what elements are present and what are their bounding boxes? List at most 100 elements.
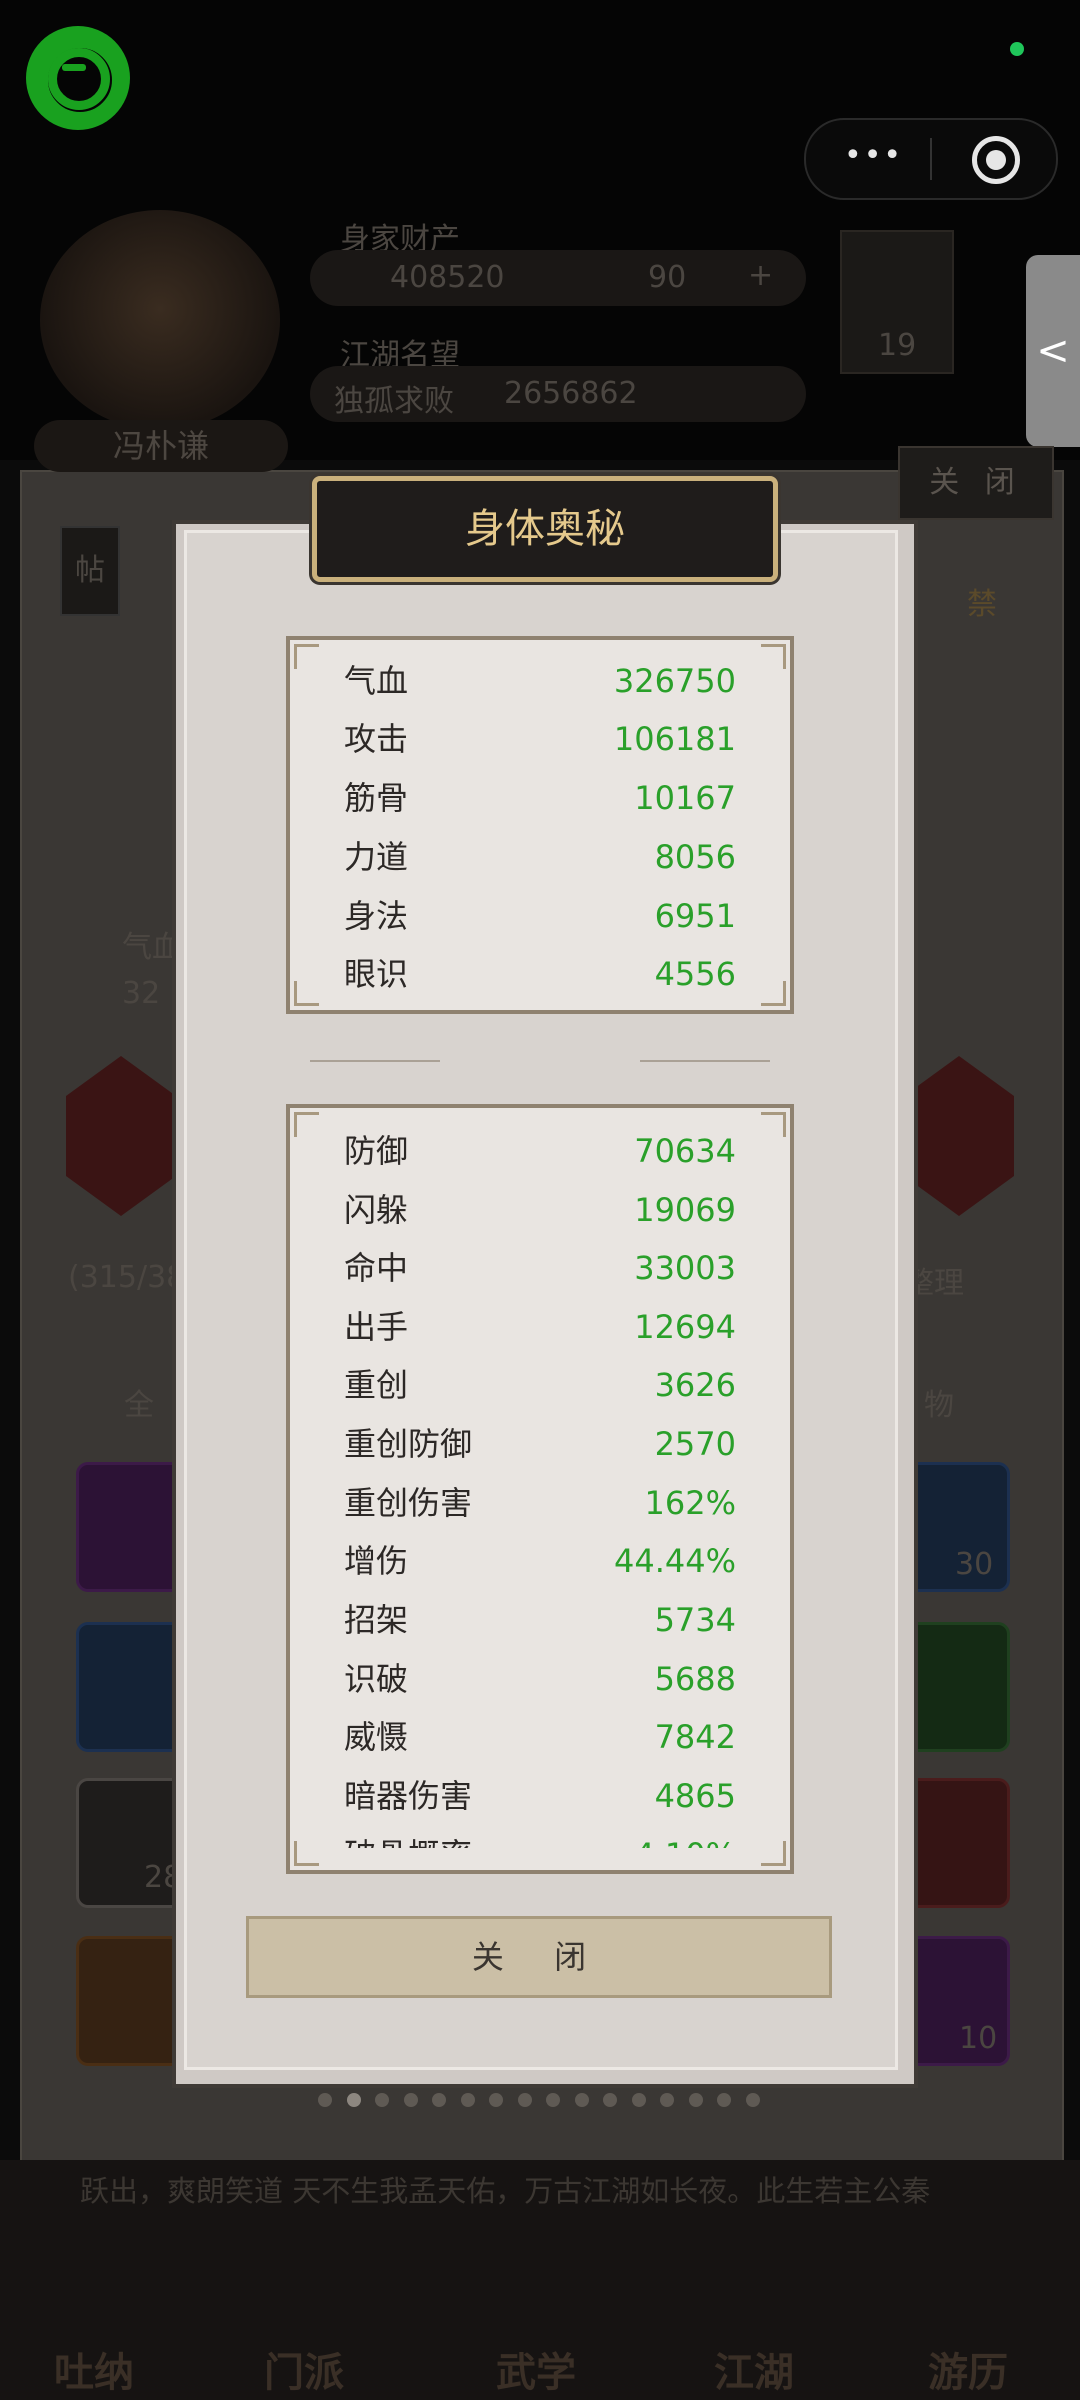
stat-value: 4.10%	[634, 1826, 736, 1848]
miniprogram-capsule: •••	[804, 118, 1058, 200]
page-dot	[432, 2093, 446, 2107]
stat-label: 筋骨	[344, 779, 409, 817]
stat-row: 筋骨 10167	[344, 769, 736, 827]
stat-row: 暗器伤害 4865	[344, 1767, 736, 1825]
page-dot	[546, 2093, 560, 2107]
stat-value: 12694	[634, 1308, 736, 1346]
more-dots-icon[interactable]: •••	[844, 138, 903, 173]
stat-label: 重创	[344, 1366, 409, 1404]
stat-row: 攻击 106181	[344, 710, 736, 768]
stat-label: 身法	[344, 897, 409, 935]
stat-row: 防御 70634	[344, 1122, 736, 1180]
ornament-divider	[310, 1060, 770, 1062]
add-icon[interactable]: +	[748, 258, 773, 293]
target-circle-icon[interactable]	[972, 136, 1020, 184]
yinyang-badge[interactable]: 19	[840, 230, 954, 374]
nav-wuxue[interactable]: 武学	[496, 2340, 576, 2398]
stat-label: 威慑	[344, 1718, 409, 1756]
nav-jianghu[interactable]: 江湖	[714, 2340, 794, 2398]
avatar[interactable]	[40, 210, 280, 430]
yinyang-level: 19	[878, 328, 917, 363]
stats-scroll-area[interactable]: 防御 70634 闪躲 19069 命中 33003 出手 12694 重创 3626 重…	[290, 1108, 790, 1848]
stat-row: 重创 3626	[344, 1356, 736, 1414]
stat-label: 气血	[344, 662, 409, 700]
chevron-left-icon: <	[1036, 328, 1070, 374]
page-dot	[603, 2093, 617, 2107]
status-dot	[1010, 42, 1024, 56]
page-dot	[375, 2093, 389, 2107]
page-dot	[318, 2093, 332, 2107]
page-dot	[517, 2093, 532, 2107]
stat-label: 攻击	[344, 720, 409, 758]
background-close-button[interactable]: 关 闭	[898, 446, 1054, 520]
fame-box: 独孤求败 2656862	[310, 366, 806, 422]
stat-label: 重创防御	[344, 1425, 473, 1463]
capsule-divider	[930, 138, 932, 180]
stat-value: 326750	[613, 662, 736, 700]
ban-icon[interactable]: 禁	[950, 560, 1014, 650]
stat-value: 6951	[654, 897, 736, 935]
stat-value: 4865	[654, 1777, 736, 1815]
primary-stats-panel: 气血 326750 攻击 106181 筋骨 10167 力道 8056 身法 6951 …	[286, 636, 794, 1014]
logo-ring	[48, 48, 110, 110]
stat-label: 暗器伤害	[344, 1777, 473, 1815]
stat-value: 7842	[654, 1718, 736, 1756]
nav-tuna[interactable]: 吐纳	[54, 2340, 134, 2398]
nav-youli[interactable]: 游历	[928, 2340, 1008, 2398]
stat-value: 8056	[654, 838, 736, 876]
stat-value: 2570	[654, 1425, 736, 1463]
stat-row: 招架 5734	[344, 1591, 736, 1649]
page-dot	[460, 2093, 475, 2107]
stat-value: 33003	[634, 1249, 736, 1287]
post-icon[interactable]: 帖	[60, 526, 120, 616]
gold-amount: 408520	[390, 260, 505, 295]
stat-label: 眼识	[344, 955, 409, 993]
stat-row: 身法 6951	[344, 887, 736, 945]
logo-dash	[62, 64, 86, 71]
page-dot	[745, 2093, 760, 2107]
nav-menpai[interactable]: 门派	[264, 2340, 344, 2398]
stat-row: 命中 33003	[344, 1239, 736, 1297]
stat-value: 5688	[654, 1660, 736, 1698]
stat-row: 重创伤害 162%	[344, 1474, 736, 1532]
stat-label: 力道	[344, 838, 409, 876]
stat-row: 气血 326750	[344, 652, 736, 710]
scroll-story-text: 跃出，爽朗笑道 天不生我孟天佑，万古江湖如长夜。此生若主公秦	[80, 2174, 931, 2208]
stat-value: 4556	[654, 955, 736, 993]
jade-amount: 90	[648, 260, 687, 295]
rank-title: 独孤求败	[334, 384, 454, 419]
stat-label: 重创伤害	[344, 1484, 473, 1522]
filter-item-tab[interactable]: 物	[924, 1380, 954, 1424]
stat-row: 破骨概率 4.10%	[344, 1826, 736, 1848]
stat-value: 5734	[654, 1601, 736, 1639]
page-dot	[346, 2093, 361, 2107]
stat-value: 44.44%	[613, 1542, 736, 1580]
player-name: 冯朴谦	[34, 420, 288, 472]
panel-corner	[761, 644, 786, 669]
filter-all-tab[interactable]: 全	[124, 1380, 154, 1424]
stat-row: 识破 5688	[344, 1650, 736, 1708]
bag-count: (315/38	[68, 1260, 186, 1295]
page-dot	[489, 2093, 503, 2107]
fame-value: 2656862	[504, 376, 638, 411]
item-tile[interactable]	[76, 1462, 186, 1592]
stat-row: 闪躲 19069	[344, 1181, 736, 1239]
page-dot	[631, 2093, 646, 2107]
panel-corner	[294, 981, 319, 1006]
stat-label: 出手	[344, 1308, 409, 1346]
item-tile[interactable]	[76, 1936, 186, 2066]
stat-label: 招架	[344, 1601, 409, 1639]
secondary-stats-panel[interactable]: 防御 70634 闪躲 19069 命中 33003 出手 12694 重创 3626 重…	[286, 1104, 794, 1874]
stat-label: 防御	[344, 1132, 409, 1170]
stat-value: 70634	[634, 1132, 736, 1170]
item-tile[interactable]	[76, 1622, 186, 1752]
stat-row: 眼识 4556	[344, 945, 736, 1003]
stat-value: 10167	[634, 779, 736, 817]
stat-row: 力道 8056	[344, 828, 736, 886]
stat-value: 3626	[654, 1366, 736, 1404]
stat-row: 增伤 44.44%	[344, 1532, 736, 1590]
close-button[interactable]: 关 闭	[246, 1916, 832, 1998]
side-tab[interactable]: <	[1026, 255, 1080, 447]
stat-row: 重创防御 2570	[344, 1415, 736, 1473]
stat-label: 增伤	[344, 1542, 409, 1580]
